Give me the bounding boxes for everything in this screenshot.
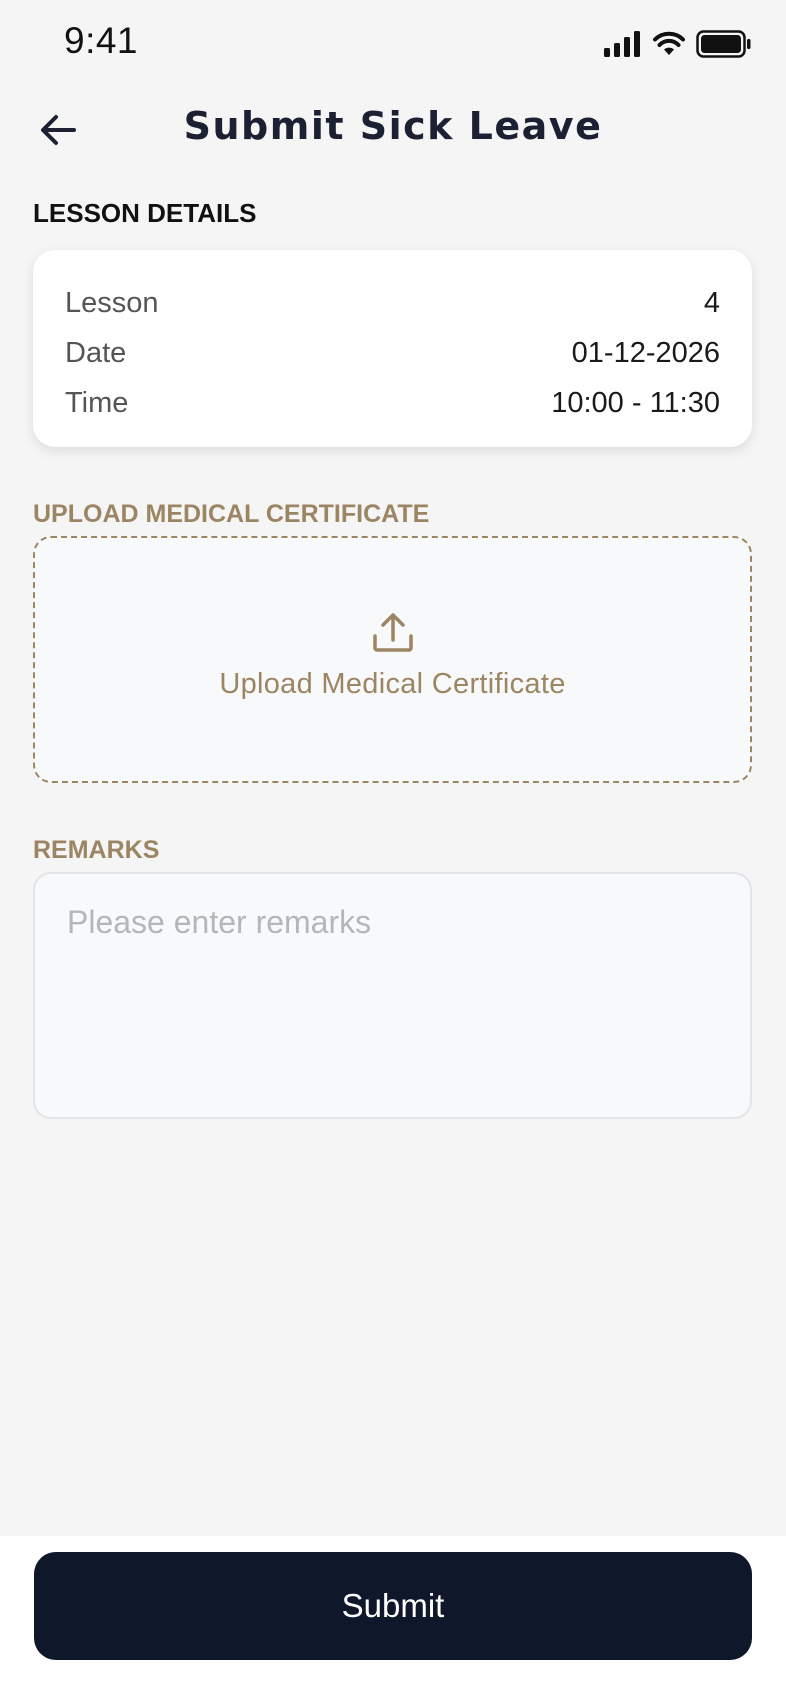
status-icons xyxy=(604,30,752,58)
detail-value: 01-12-2026 xyxy=(571,336,720,369)
lesson-details-label: LESSON DETAILS xyxy=(33,198,257,228)
upload-section-label: UPLOAD MEDICAL CERTIFICATE xyxy=(33,500,430,528)
signal-icon xyxy=(604,31,640,57)
detail-row-lesson: Lesson 4 xyxy=(65,278,720,328)
upload-certificate-dropzone[interactable]: Upload Medical Certificate xyxy=(33,536,752,783)
upload-label: Upload Medical Certificate xyxy=(219,668,566,700)
submit-button[interactable]: Submit xyxy=(34,1552,752,1660)
page-title: Submit Sick Leave xyxy=(183,104,603,148)
detail-value: 10:00 - 11:30 xyxy=(551,386,720,419)
remarks-input[interactable] xyxy=(35,874,750,1117)
header: Submit Sick Leave xyxy=(0,90,786,180)
status-time: 9:41 xyxy=(64,20,139,61)
sick-leave-screen: 9:41 Submit Sick Leave LESSON DETAILS Le… xyxy=(0,0,786,1700)
detail-key: Time xyxy=(65,386,129,419)
status-bar: 9:41 xyxy=(0,0,786,90)
remarks-container xyxy=(33,872,752,1119)
wifi-icon xyxy=(653,31,685,55)
battery-icon xyxy=(696,30,751,58)
detail-row-date: Date 01-12-2026 xyxy=(65,328,720,378)
detail-key: Date xyxy=(65,336,127,369)
lesson-details-card: Lesson 4 Date 01-12-2026 Time 10:00 - 11… xyxy=(33,250,752,447)
remarks-section-label: REMARKS xyxy=(33,836,160,864)
bottom-bar: Submit xyxy=(0,1536,786,1700)
detail-row-time: Time 10:00 - 11:30 xyxy=(65,378,720,428)
upload-icon xyxy=(372,613,413,652)
detail-value: 4 xyxy=(703,286,720,319)
detail-key: Lesson xyxy=(65,286,159,319)
